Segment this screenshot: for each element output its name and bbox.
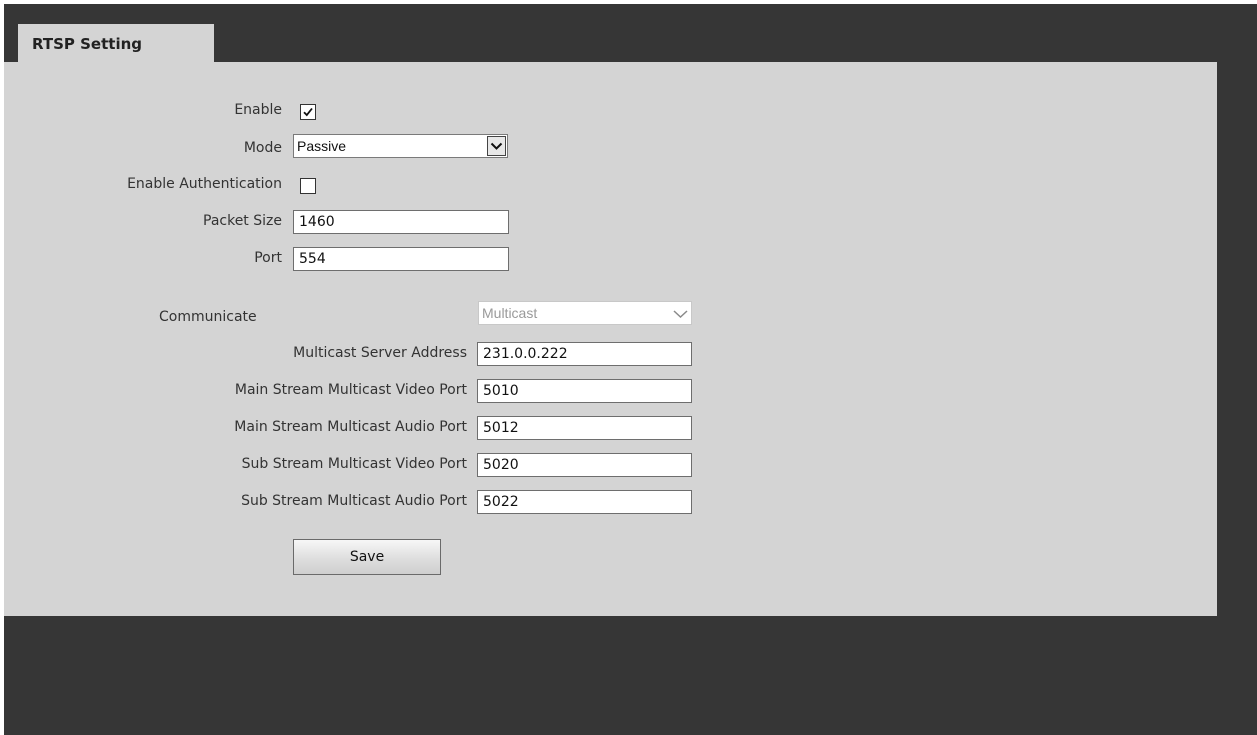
port-input[interactable] [293, 247, 509, 271]
mode-select[interactable]: Passive [293, 134, 508, 158]
tab-label: RTSP Setting [32, 35, 143, 53]
main-stream-audio-port-label: Main Stream Multicast Audio Port [234, 419, 467, 435]
communicate-select-value: Multicast [482, 305, 538, 321]
port-label: Port [254, 250, 282, 266]
chevron-down-icon[interactable] [487, 136, 506, 156]
sub-stream-video-port-label: Sub Stream Multicast Video Port [241, 456, 467, 472]
multicast-server-address-input[interactable] [477, 342, 692, 366]
settings-panel [4, 62, 1217, 616]
multicast-server-address-label: Multicast Server Address [293, 345, 467, 361]
sub-stream-video-port-input[interactable] [477, 453, 692, 477]
enable-authentication-label: Enable Authentication [127, 176, 282, 192]
packet-size-label: Packet Size [203, 213, 282, 229]
enable-label: Enable [234, 102, 282, 118]
enable-checkbox[interactable] [300, 104, 316, 120]
mode-label: Mode [243, 140, 282, 156]
tab-rtsp-setting[interactable]: RTSP Setting [18, 24, 214, 62]
enable-authentication-checkbox[interactable] [300, 178, 316, 194]
chevron-down-icon[interactable] [671, 303, 690, 323]
main-stream-video-port-label: Main Stream Multicast Video Port [234, 382, 467, 398]
checkmark-icon [303, 107, 313, 117]
mode-select-value: Passive [297, 138, 347, 154]
sub-stream-audio-port-input[interactable] [477, 490, 692, 514]
packet-size-input[interactable] [293, 210, 509, 234]
main-stream-video-port-input[interactable] [477, 379, 692, 403]
communicate-label: Communicate [159, 309, 257, 325]
main-stream-audio-port-input[interactable] [477, 416, 692, 440]
sub-stream-audio-port-label: Sub Stream Multicast Audio Port [241, 493, 467, 509]
save-button[interactable]: Save [293, 539, 441, 575]
communicate-select[interactable]: Multicast [478, 301, 692, 325]
